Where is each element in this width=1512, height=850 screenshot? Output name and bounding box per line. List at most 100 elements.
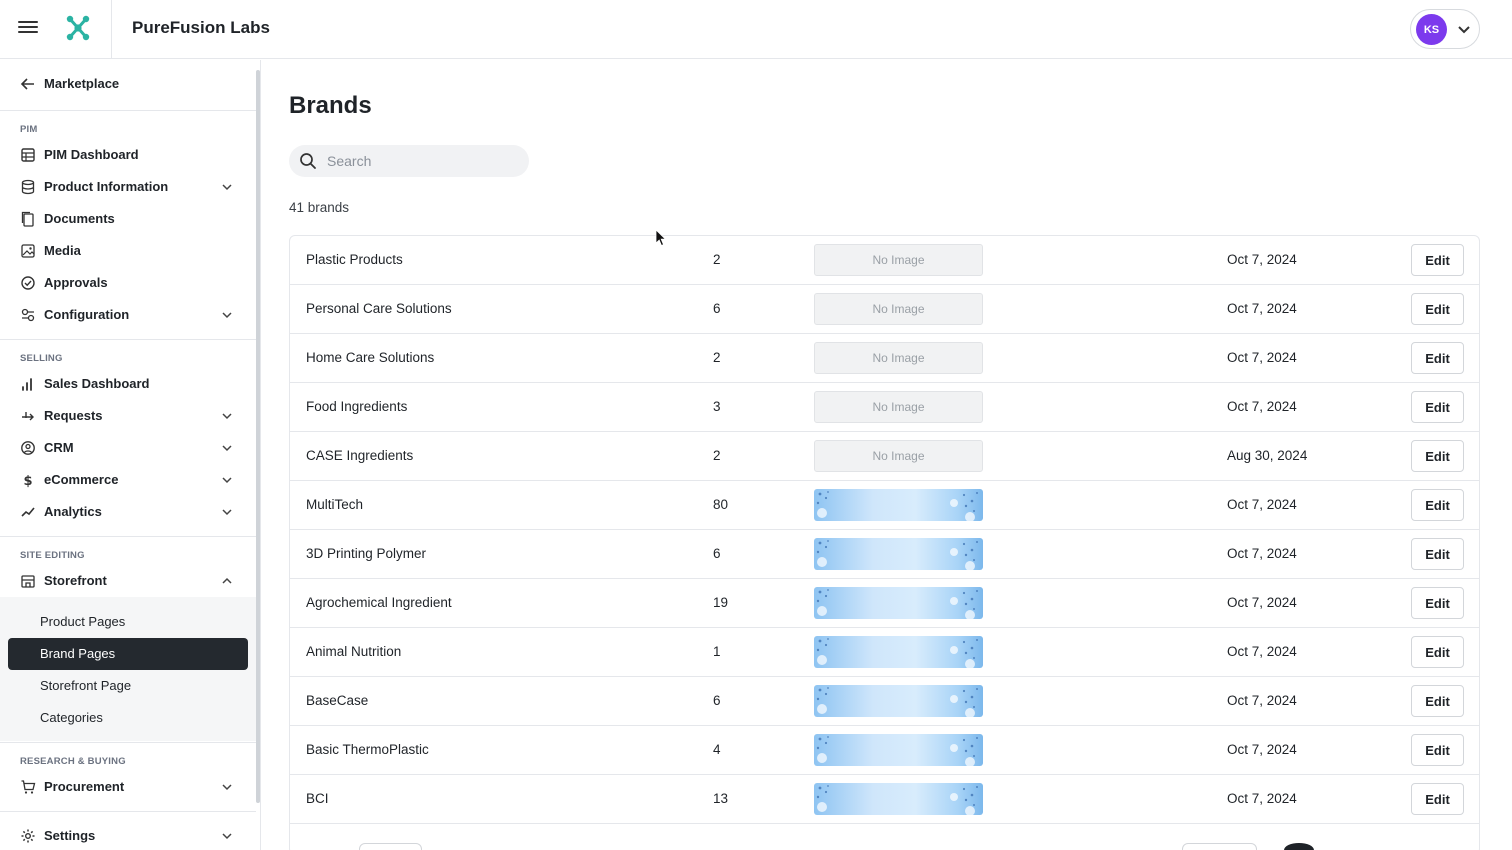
- subnav-item-brand-pages[interactable]: Brand Pages: [8, 638, 248, 670]
- updated-date: Oct 7, 2024: [1227, 350, 1297, 365]
- subnav-item-label: Storefront Page: [40, 678, 132, 693]
- brand-banner-image: [814, 734, 983, 766]
- edit-button[interactable]: Edit: [1411, 489, 1464, 521]
- edit-button[interactable]: Edit: [1411, 636, 1464, 668]
- table-row: CASE Ingredients 2 No Image Aug 30, 2024 Edi…: [290, 432, 1479, 481]
- edit-button[interactable]: Edit: [1411, 685, 1464, 717]
- table-row: Food Ingredients 3 No Image Oct 7, 2024 Edit: [290, 383, 1479, 432]
- image-icon: [21, 244, 35, 258]
- edit-button[interactable]: Edit: [1411, 244, 1464, 276]
- table-row: Animal Nutrition 1 Oct 7, 2024 Edit: [290, 628, 1479, 677]
- back-to-marketplace-link[interactable]: Marketplace: [0, 68, 250, 100]
- chevron-down-icon: [222, 833, 232, 840]
- chevron-down-icon: [222, 477, 232, 484]
- brand-name: Basic ThermoPlastic: [306, 742, 429, 757]
- updated-date: Aug 30, 2024: [1227, 448, 1308, 463]
- settings-sliders-icon: [21, 308, 35, 322]
- sidebar-item-configuration[interactable]: Configuration: [0, 299, 250, 331]
- sidebar-item-storefront[interactable]: Storefront: [0, 565, 250, 597]
- edit-button[interactable]: Edit: [1411, 342, 1464, 374]
- product-count: 3: [713, 399, 721, 414]
- search-input[interactable]: [327, 145, 517, 177]
- sidebar-item-ecommerce[interactable]: $ eCommerce: [0, 464, 250, 496]
- sidebar-item-documents[interactable]: Documents: [0, 203, 250, 235]
- sidebar-item-procurement[interactable]: Procurement: [0, 771, 250, 803]
- sidebar-item-label: Settings: [44, 828, 96, 843]
- chevron-down-icon: [222, 413, 232, 420]
- table-row: Agrochemical Ingredient 19 Oct 7, 2024 Edit: [290, 579, 1479, 628]
- product-count: 2: [713, 448, 721, 463]
- edit-button[interactable]: Edit: [1411, 783, 1464, 815]
- user-circle-icon: [21, 441, 35, 455]
- top-bar: PureFusion Labs KS: [0, 0, 1512, 59]
- database-icon: [21, 179, 35, 195]
- edit-button[interactable]: Edit: [1411, 293, 1464, 325]
- table-row: BaseCase 6 Oct 7, 2024 Edit: [290, 677, 1479, 726]
- table-row: Basic ThermoPlastic 4 Oct 7, 2024 Edit: [290, 726, 1479, 775]
- updated-date: Oct 7, 2024: [1227, 546, 1297, 561]
- sidebar-divider: [0, 742, 256, 743]
- edit-button[interactable]: Edit: [1411, 734, 1464, 766]
- section-label-site-editing: SITE EDITING: [20, 550, 85, 561]
- updated-date: Oct 7, 2024: [1227, 791, 1297, 806]
- sidebar-item-sales-dashboard[interactable]: Sales Dashboard: [0, 368, 250, 400]
- brand-name: Animal Nutrition: [306, 644, 402, 659]
- section-label-research-buying: RESEARCH & BUYING: [20, 756, 126, 767]
- search-box[interactable]: [289, 145, 529, 177]
- sidebar-item-label: Storefront: [44, 573, 107, 588]
- sidebar-item-approvals[interactable]: Approvals: [0, 267, 250, 299]
- mouse-cursor-icon: [655, 229, 667, 247]
- pagination-current-page[interactable]: [1284, 843, 1314, 850]
- edit-button[interactable]: Edit: [1411, 538, 1464, 570]
- sidebar-scrollbar[interactable]: [256, 70, 260, 803]
- subnav-item-product-pages[interactable]: Product Pages: [8, 606, 248, 638]
- sidebar-item-crm[interactable]: CRM: [0, 432, 250, 464]
- updated-date: Oct 7, 2024: [1227, 497, 1297, 512]
- no-image-placeholder: No Image: [814, 391, 983, 423]
- sidebar-item-label: CRM: [44, 440, 74, 455]
- brand-banner-image: [814, 587, 983, 619]
- updated-date: Oct 7, 2024: [1227, 252, 1297, 267]
- app-title: PureFusion Labs: [132, 18, 270, 37]
- sidebar-item-settings[interactable]: Settings: [0, 820, 250, 850]
- molecule-logo-icon[interactable]: [64, 14, 92, 42]
- trend-line-icon: [21, 507, 35, 517]
- brand-name: Home Care Solutions: [306, 350, 435, 365]
- sidebar-item-pim-dashboard[interactable]: PIM Dashboard: [0, 139, 250, 171]
- page-title: Brands: [289, 92, 372, 119]
- product-count: 6: [713, 301, 721, 316]
- sidebar-item-label: Procurement: [44, 779, 125, 794]
- page-size-select[interactable]: [359, 843, 422, 850]
- edit-button[interactable]: Edit: [1411, 391, 1464, 423]
- sidebar-divider: [0, 339, 256, 340]
- table-row: MultiTech 80 Oct 7, 2024 Edit: [290, 481, 1479, 530]
- sidebar-item-label: Requests: [44, 408, 103, 423]
- sidebar-item-requests[interactable]: Requests: [0, 400, 250, 432]
- product-count: 13: [713, 791, 729, 806]
- svg-text:$: $: [23, 474, 32, 488]
- sidebar-item-label: Product Information: [44, 179, 169, 194]
- subnav-item-categories[interactable]: Categories: [8, 702, 248, 734]
- storefront-icon: [21, 575, 35, 588]
- edit-button[interactable]: Edit: [1411, 587, 1464, 619]
- brand-name: MultiTech: [306, 497, 364, 512]
- updated-date: Oct 7, 2024: [1227, 644, 1297, 659]
- user-menu-button[interactable]: KS: [1410, 9, 1480, 49]
- edit-button[interactable]: Edit: [1411, 440, 1464, 472]
- sidebar-item-media[interactable]: Media: [0, 235, 250, 267]
- product-count: 6: [713, 546, 721, 561]
- sidebar-item-analytics[interactable]: Analytics: [0, 496, 250, 528]
- product-count: 19: [713, 595, 729, 610]
- subnav-item-storefront-page[interactable]: Storefront Page: [8, 670, 248, 702]
- table-row: Plastic Products 2 No Image Oct 7, 2024 Edit: [290, 236, 1479, 285]
- hamburger-icon[interactable]: [18, 18, 38, 38]
- pagination-prev-button[interactable]: [1182, 843, 1257, 850]
- sidebar-item-label: eCommerce: [44, 472, 119, 487]
- chevron-down-icon: [222, 784, 232, 791]
- sidebar-item-label: Approvals: [44, 275, 108, 290]
- product-count: 4: [713, 742, 721, 757]
- sidebar-item-product-information[interactable]: Product Information: [0, 171, 250, 203]
- updated-date: Oct 7, 2024: [1227, 301, 1297, 316]
- sidebar-item-label: Media: [44, 243, 81, 258]
- updated-date: Oct 7, 2024: [1227, 399, 1297, 414]
